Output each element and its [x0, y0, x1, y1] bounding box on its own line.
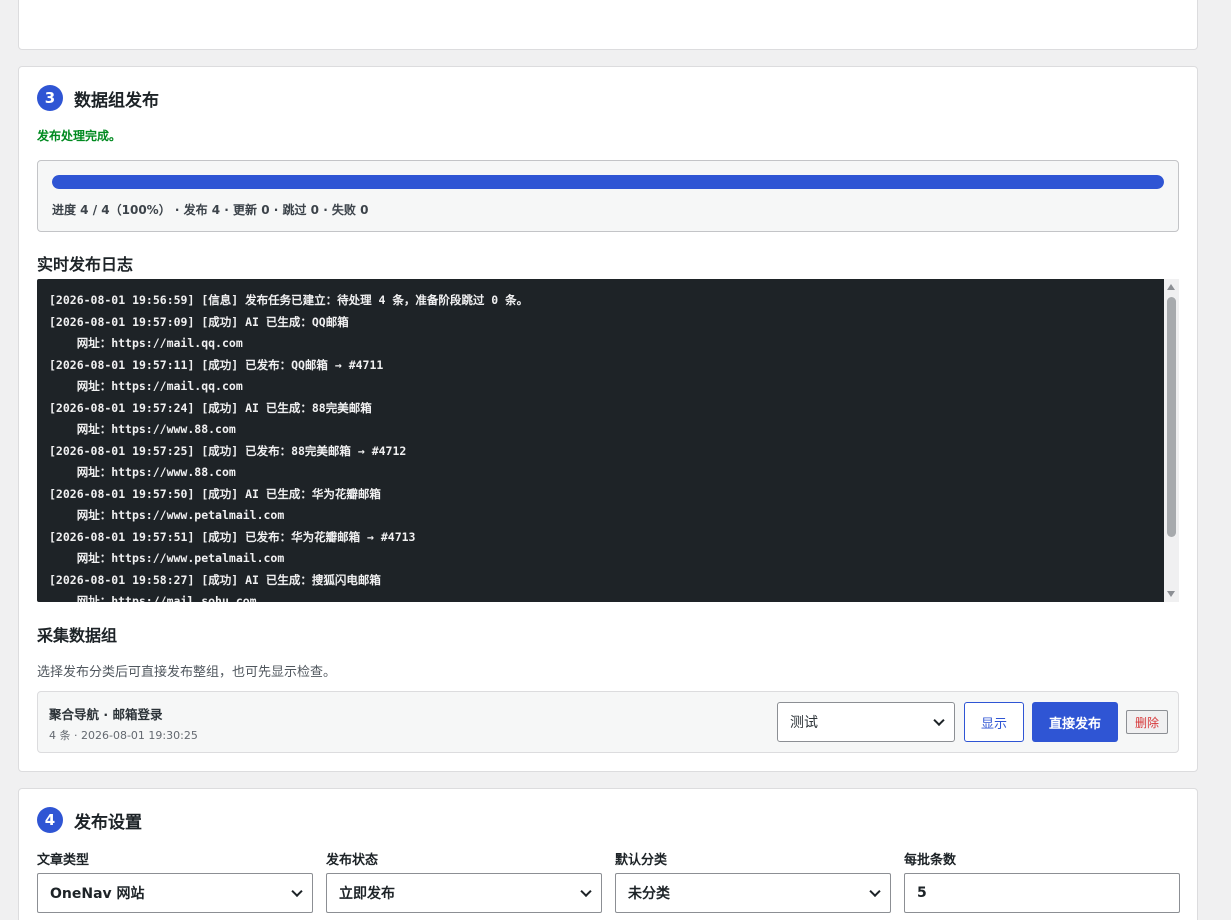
group-category-select[interactable]: 测试: [777, 702, 955, 742]
log-line: [2026-08-01 19:57:51] [成功] 已发布：华为花瓣邮箱 → …: [49, 529, 416, 544]
log-line: 网址：https://mail.sohu.com: [49, 594, 257, 602]
chevron-down-icon: [869, 885, 881, 898]
log-line: 网址：https://www.petalmail.com: [49, 508, 285, 522]
log-scrollbar[interactable]: [1164, 279, 1179, 602]
log-line: 网址：https://www.88.com: [49, 465, 236, 479]
scroll-down-arrow-icon[interactable]: [1167, 591, 1175, 597]
log-line: [2026-08-01 19:58:27] [成功] AI 已生成：搜狐闪电邮箱: [49, 572, 381, 587]
chevron-down-icon: [291, 885, 303, 898]
status-message: 发布处理完成。: [37, 129, 122, 143]
post-type-select[interactable]: OneNav 网站: [37, 873, 313, 913]
section-number-badge: 4: [37, 807, 63, 833]
progress-bar-fill: [52, 175, 1164, 189]
group-name: 聚合导航 · 邮箱登录: [49, 707, 163, 722]
batch-size-input[interactable]: 5: [904, 873, 1180, 913]
default-category-label: 默认分类: [615, 853, 668, 868]
section-title: 发布设置: [74, 812, 142, 833]
section-number-badge: 3: [37, 85, 63, 111]
publish-settings-section: 4 发布设置 文章类型 OneNav 网站 发布状态 立即发布 默认分类 未分类…: [18, 788, 1198, 920]
groups-title: 采集数据组: [37, 626, 118, 645]
group-meta: 4 条 · 2026-08-01 19:30:25: [49, 729, 198, 742]
log-title: 实时发布日志: [37, 255, 134, 274]
default-category-value: 未分类: [628, 886, 670, 902]
log-line: [2026-08-01 19:57:24] [成功] AI 已生成：88完美邮箱: [49, 400, 372, 415]
show-button[interactable]: 显示: [964, 702, 1024, 742]
data-group-row: 聚合导航 · 邮箱登录 4 条 · 2026-08-01 19:30:25 测试…: [37, 691, 1179, 753]
delete-button[interactable]: 删除: [1126, 710, 1168, 734]
data-group-publish-section: 3 数据组发布 发布处理完成。 进度 4 / 4（100%） · 发布 4 · …: [18, 66, 1198, 772]
section-header: 4 发布设置: [37, 807, 142, 833]
section-header: 3 数据组发布: [37, 85, 159, 111]
log-line: [2026-08-01 19:57:25] [成功] 已发布：88完美邮箱 → …: [49, 443, 407, 458]
group-category-value: 测试: [790, 715, 818, 731]
log-line: 网址：https://www.petalmail.com: [49, 551, 285, 565]
log-line: [2026-08-01 19:56:59] [信息] 发布任务已建立：待处理 4…: [49, 293, 529, 307]
log-line: [2026-08-01 19:57:11] [成功] 已发布：QQ邮箱 → #4…: [49, 357, 384, 372]
post-type-value: OneNav 网站: [50, 886, 145, 902]
batch-size-value: 5: [917, 885, 927, 901]
log-line: [2026-08-01 19:57:09] [成功] AI 已生成：QQ邮箱: [49, 314, 349, 329]
previous-section-card: [18, 0, 1198, 50]
post-type-label: 文章类型: [37, 853, 90, 868]
progress-summary: 进度 4 / 4（100%） · 发布 4 · 更新 0 · 跳过 0 · 失败…: [52, 203, 369, 217]
log-line: [2026-08-01 19:57:50] [成功] AI 已生成：华为花瓣邮箱: [49, 486, 381, 501]
progress-panel: 进度 4 / 4（100%） · 发布 4 · 更新 0 · 跳过 0 · 失败…: [37, 160, 1179, 232]
log-line: 网址：https://www.88.com: [49, 422, 236, 436]
scrollbar-thumb[interactable]: [1167, 297, 1176, 537]
batch-size-label: 每批条数: [904, 853, 957, 868]
chevron-down-icon: [933, 714, 945, 727]
section-title: 数据组发布: [74, 90, 159, 111]
post-status-select[interactable]: 立即发布: [326, 873, 602, 913]
post-status-label: 发布状态: [326, 853, 379, 868]
log-line: 网址：https://mail.qq.com: [49, 336, 243, 350]
progress-bar: [52, 175, 1164, 189]
log-line: 网址：https://mail.qq.com: [49, 379, 243, 393]
chevron-down-icon: [580, 885, 592, 898]
post-status-value: 立即发布: [339, 886, 395, 902]
scroll-up-arrow-icon[interactable]: [1167, 284, 1175, 290]
publish-log[interactable]: [2026-08-01 19:56:59] [信息] 发布任务已建立：待处理 4…: [37, 279, 1164, 602]
direct-publish-button[interactable]: 直接发布: [1032, 702, 1118, 742]
default-category-select[interactable]: 未分类: [615, 873, 891, 913]
groups-description: 选择发布分类后可直接发布整组，也可先显示检查。: [37, 665, 337, 680]
